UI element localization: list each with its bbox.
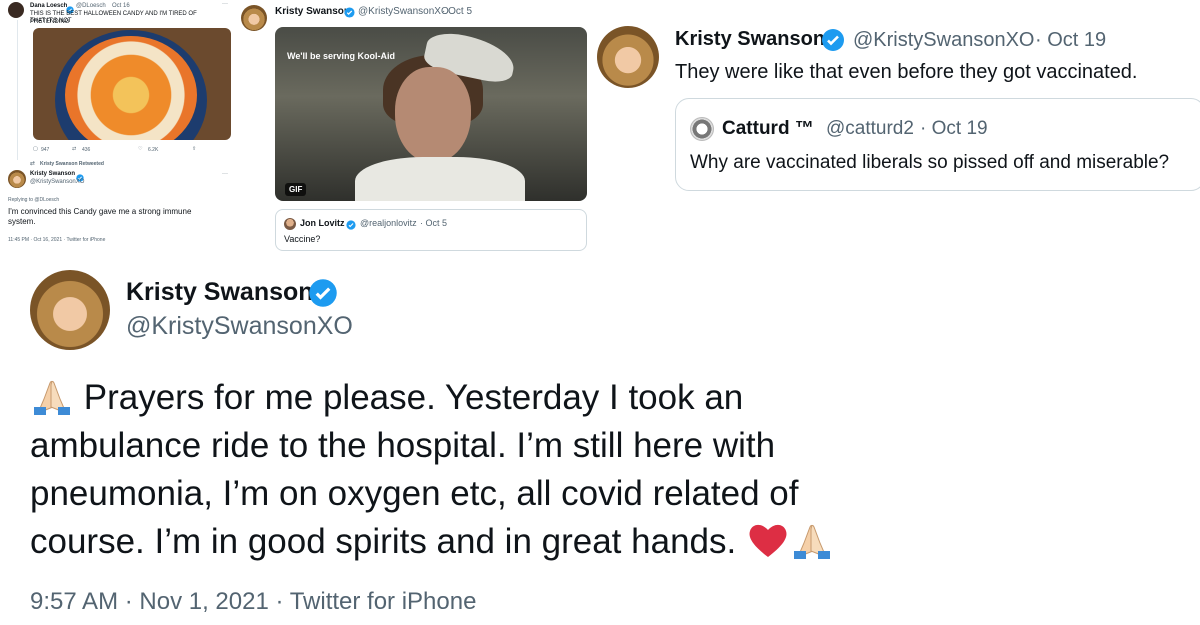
candy-corn-photo[interactable] bbox=[33, 28, 231, 140]
more-icon[interactable]: ··· bbox=[222, 170, 228, 178]
author-name[interactable]: Dana Loesch bbox=[30, 2, 67, 10]
tweet-text-line3: pneumonia, I’m on oxygen etc, all covid … bbox=[30, 474, 799, 513]
folded-hands-emoji bbox=[30, 377, 74, 415]
thread-line bbox=[17, 20, 18, 160]
tweet-body: Prayers for me please. Yesterday I took … bbox=[30, 374, 1130, 566]
nurse-uniform-shape bbox=[355, 157, 525, 201]
gif-caption: We'll be serving Kool-Aid bbox=[287, 51, 395, 61]
replying-to[interactable]: Replying to @DLoesch bbox=[8, 196, 59, 204]
author-handle[interactable]: @KristySwansonXO bbox=[358, 6, 449, 17]
verified-badge-icon bbox=[346, 217, 356, 235]
like-count: 6.2K bbox=[148, 147, 159, 153]
tweet-date[interactable]: Oct 16 bbox=[112, 2, 130, 10]
quote-author-handle[interactable]: @realjonlovitz bbox=[360, 218, 417, 228]
verified-badge-icon bbox=[344, 5, 355, 23]
retweet-indicator-icon: ⇄ bbox=[30, 161, 36, 167]
reply-count: 947 bbox=[41, 147, 50, 153]
tweet-text-line2: ambulance ride to the hospital. I’m stil… bbox=[30, 426, 776, 465]
author-handle[interactable]: @DLoesch bbox=[76, 2, 106, 10]
reply-icon[interactable]: ▢ bbox=[33, 146, 38, 152]
tweet-line-1: Prayers for me please. Yesterday I took … bbox=[30, 374, 1130, 422]
tweet-text: They were like that even before they got… bbox=[675, 61, 1138, 83]
retweet-icon[interactable]: ⇄ bbox=[72, 146, 76, 152]
author-name[interactable]: Kristy Swanson bbox=[275, 6, 350, 17]
tweet-panel-dana-loesch: Dana Loesch @DLoesch Oct 16 ··· THIS IS … bbox=[0, 0, 236, 248]
quote-date[interactable]: · Oct 19 bbox=[920, 118, 988, 140]
avatar-kristy-swanson[interactable] bbox=[30, 270, 110, 350]
tweet-text-line1: Prayers for me please. Yesterday I took … bbox=[83, 378, 744, 417]
quote-author-name[interactable]: Jon Lovitz bbox=[300, 218, 345, 228]
verified-badge-icon bbox=[821, 28, 845, 57]
tweet-text-line4: course. I’m in good spirits and in great… bbox=[30, 522, 737, 561]
tweet-panel-oct19: Kristy Swanson @KristySwansonXO · Oct 19… bbox=[595, 0, 1200, 200]
author-handle[interactable]: @KristySwansonXO bbox=[126, 312, 353, 341]
like-icon[interactable]: ♡ bbox=[138, 146, 142, 152]
folded-hands-emoji bbox=[790, 521, 834, 559]
tweet-text-line2: THAT IT'S NOT bbox=[30, 18, 72, 24]
retweet-count: 436 bbox=[82, 147, 91, 153]
quote-text: Why are vaccinated liberals so pissed of… bbox=[690, 152, 1170, 173]
avatar-kristy-swanson[interactable] bbox=[597, 26, 659, 88]
tweet-panel-main: Kristy Swanson @KristySwansonXO Prayers … bbox=[0, 262, 1200, 625]
reply-author-handle[interactable]: @KristySwansonXO bbox=[30, 178, 84, 186]
quoted-tweet-jon-lovitz[interactable]: Jon Lovitz @realjonlovitz · Oct 5 Vaccin… bbox=[275, 209, 587, 251]
reply-meta[interactable]: 11:45 PM · Oct 16, 2021 · Twitter for iP… bbox=[8, 236, 105, 244]
tweet-panel-kool-aid: Kristy Swanson @KristySwansonXO · Oct 5 … bbox=[240, 0, 590, 255]
kool-aid-gif[interactable]: We'll be serving Kool-Aid GIF bbox=[275, 27, 587, 201]
red-heart-emoji bbox=[746, 521, 790, 559]
quote-date[interactable]: · Oct 5 bbox=[420, 218, 447, 228]
more-icon[interactable]: ··· bbox=[222, 0, 228, 8]
author-handle[interactable]: @KristySwansonXO bbox=[853, 29, 1034, 52]
retweeted-by: Kristy Swanson Retweeted bbox=[40, 161, 104, 167]
share-icon[interactable]: ⇪ bbox=[192, 146, 196, 152]
verified-badge-icon bbox=[308, 278, 338, 313]
nurse-face-shape bbox=[395, 67, 471, 163]
quote-author-name[interactable]: Catturd ™ bbox=[722, 118, 814, 140]
author-name[interactable]: Kristy Swanson bbox=[126, 278, 314, 307]
avatar-kristy-swanson[interactable] bbox=[8, 170, 26, 188]
quote-text: Vaccine? bbox=[284, 234, 321, 244]
quote-author-handle[interactable]: @catturd2 bbox=[826, 118, 914, 140]
avatar-catturd[interactable] bbox=[690, 117, 714, 141]
avatar-dana-loesch[interactable] bbox=[8, 2, 24, 18]
tweet-line-4: course. I’m in good spirits and in great… bbox=[30, 518, 1130, 566]
tweet-meta[interactable]: 9:57 AM · Nov 1, 2021 · Twitter for iPho… bbox=[30, 588, 476, 616]
reply-text-line1: I'm convinced this Candy gave me a stron… bbox=[8, 207, 192, 216]
avatar-kristy-swanson[interactable] bbox=[241, 5, 267, 31]
quoted-tweet-catturd[interactable]: Catturd ™ @catturd2 · Oct 19 Why are vac… bbox=[675, 98, 1200, 191]
reply-author-name[interactable]: Kristy Swanson bbox=[30, 170, 75, 178]
avatar-jon-lovitz[interactable] bbox=[284, 218, 296, 230]
tweet-date[interactable]: · Oct 19 bbox=[1035, 29, 1106, 52]
tweet-date[interactable]: · Oct 5 bbox=[442, 6, 472, 17]
reply-text-line2: system. bbox=[8, 217, 36, 226]
author-name[interactable]: Kristy Swanson bbox=[675, 28, 825, 51]
gif-badge: GIF bbox=[285, 183, 307, 196]
